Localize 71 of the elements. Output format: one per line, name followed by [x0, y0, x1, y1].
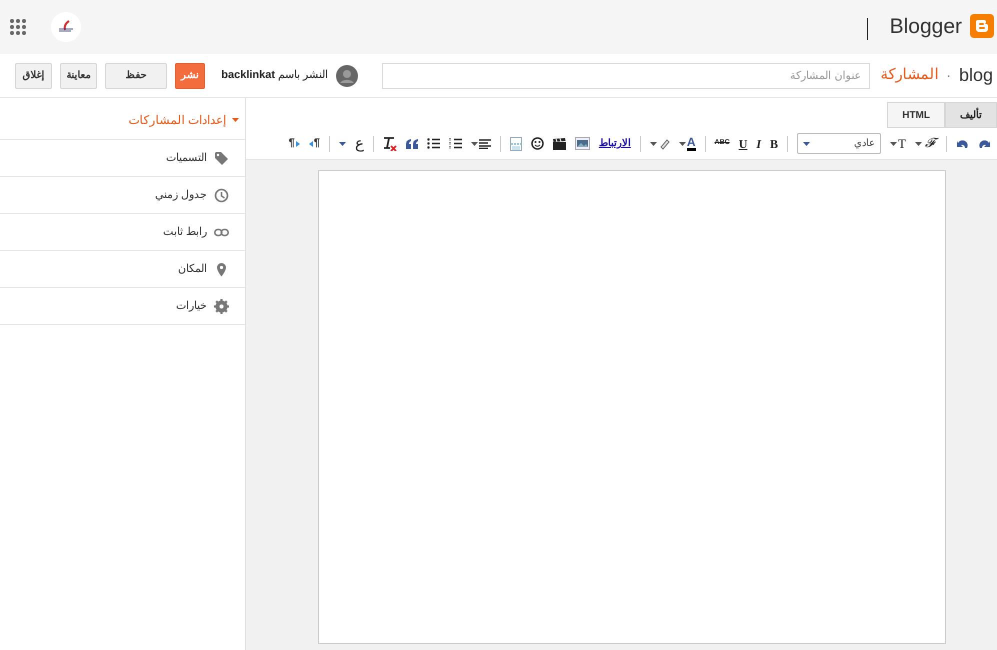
bold-button[interactable]: B [770, 134, 778, 152]
rtl-paragraph-button[interactable]: ¶ [308, 135, 320, 152]
caret-icon [678, 142, 686, 146]
arrow-left-icon [308, 140, 313, 146]
product-name: Blogger [890, 16, 962, 36]
image-button[interactable] [574, 137, 590, 150]
blog-name: blog [958, 64, 993, 87]
caret-icon [470, 142, 478, 146]
numbered-list-icon [448, 138, 462, 149]
arrow-right-icon [296, 140, 300, 146]
format-dropdown[interactable]: عادي [797, 133, 882, 154]
caret-icon [915, 142, 922, 146]
section-title: المشاركة [880, 65, 938, 86]
undo-button[interactable] [956, 138, 969, 148]
text-color-button[interactable]: A [678, 136, 696, 151]
account-logo-icon [51, 12, 81, 42]
jump-break-button[interactable] [510, 136, 522, 150]
caret-icon [338, 142, 346, 146]
undo-icon [956, 138, 969, 148]
font-button[interactable]: 𝓕 [915, 134, 937, 154]
toolbar-button[interactable]: إغلاق [14, 62, 52, 88]
italic-button[interactable]: I [756, 134, 762, 152]
bulleted-list-icon [426, 138, 440, 149]
page-break-icon [510, 136, 522, 150]
settings-item[interactable]: خيارات [0, 288, 245, 325]
ltr-paragraph-button[interactable]: ¶ [288, 135, 300, 152]
smiley-icon [530, 137, 544, 150]
map-pin-icon [214, 262, 229, 276]
numbered-list-button[interactable] [448, 138, 462, 149]
direction-button[interactable]: ع [354, 136, 364, 151]
caret-icon [890, 142, 898, 146]
redo-icon [978, 138, 991, 148]
caret-icon [232, 118, 239, 122]
video-button[interactable] [552, 138, 566, 150]
toolbar-button[interactable]: حفظ [105, 62, 167, 88]
gear-icon [214, 298, 229, 314]
clear-formatting-button[interactable] [382, 136, 397, 150]
caret-icon [650, 142, 657, 146]
bulleted-list-button[interactable] [426, 138, 440, 149]
quote-icon [406, 138, 418, 148]
quote-button[interactable] [406, 138, 418, 148]
avatar-icon [336, 64, 358, 86]
settings-item[interactable]: رابط ثابت [0, 214, 245, 251]
settings-item[interactable]: جدول زمني [0, 177, 245, 214]
title-field[interactable]: عنوان المشاركة [382, 62, 870, 88]
post-settings-toggle[interactable]: إعدادات المشاركات [0, 98, 245, 140]
align-button[interactable] [470, 138, 491, 148]
settings-item[interactable]: المكان [0, 251, 245, 288]
direction-menu-button[interactable] [338, 142, 346, 146]
tag-icon [214, 150, 229, 166]
settings-item[interactable]: التسميات [0, 140, 245, 177]
toolbar-button[interactable]: معاينة [60, 62, 98, 88]
underline-button[interactable]: U [738, 134, 748, 152]
redo-button[interactable] [978, 138, 991, 148]
apps-button[interactable] [10, 19, 26, 35]
clock-icon [214, 188, 229, 202]
clapperboard-icon [552, 138, 566, 150]
emoji-button[interactable] [530, 137, 544, 150]
highlighter-icon [658, 138, 670, 150]
align-icon [478, 138, 491, 148]
editor-tab[interactable]: تأليف [945, 102, 997, 128]
caret-icon [803, 142, 810, 146]
highlight-button[interactable] [650, 138, 670, 150]
editor-tab[interactable]: HTML [887, 102, 945, 128]
image-icon [574, 137, 590, 150]
font-size-button[interactable]: T [890, 137, 906, 150]
blogger-logo-icon [970, 14, 994, 38]
apps-grid-icon [10, 19, 26, 35]
separator-dot: · [946, 66, 951, 85]
clear-format-icon [382, 136, 397, 150]
link-button[interactable]: الارتباط [598, 136, 631, 151]
